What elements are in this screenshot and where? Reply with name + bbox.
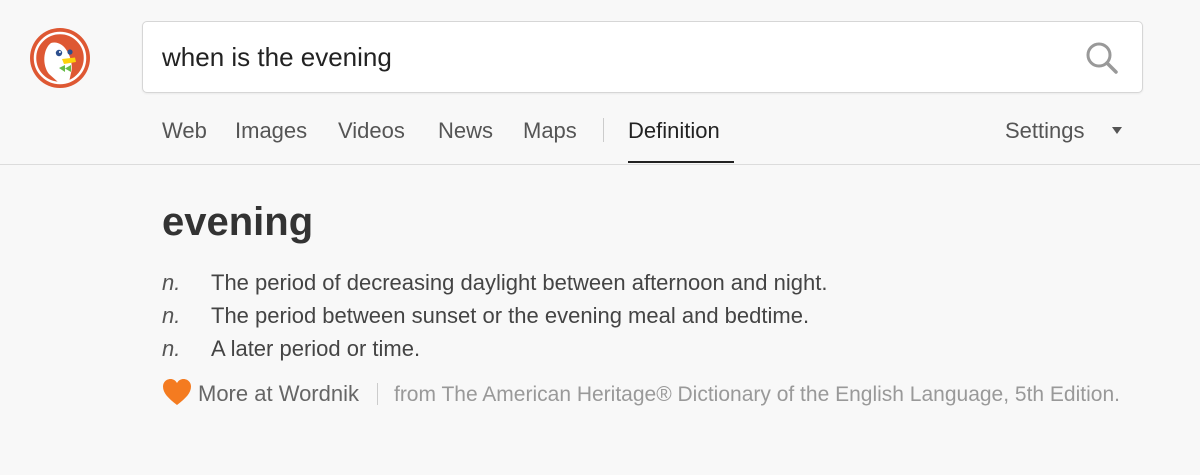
definition-panel: evening n. The period of decreasing dayl… [162,198,1142,406]
part-of-speech: n. [162,303,181,328]
definition-entry: n. The period of decreasing daylight bet… [162,266,1142,299]
part-of-speech: n. [162,336,181,361]
caret-down-icon[interactable] [1112,127,1122,134]
more-at-wordnik-link[interactable]: More at Wordnik [198,381,359,406]
active-tab-underline [628,161,734,163]
tab-web[interactable]: Web [162,118,207,144]
tab-definition[interactable]: Definition [628,118,720,144]
tab-news[interactable]: News [438,118,493,144]
duckduckgo-logo[interactable] [29,27,91,89]
definition-text: The period of decreasing daylight betwee… [211,270,828,295]
part-of-speech: n. [162,270,181,295]
definition-source: More at Wordnik from The American Heritag… [162,378,1142,411]
search-input[interactable] [162,22,1062,92]
definition-text: The period between sunset or the evening… [211,303,810,328]
source-divider [376,383,378,405]
definition-word: evening [162,200,314,244]
definition-entry: n. The period between sunset or the even… [162,299,1142,332]
tab-images[interactable]: Images [235,118,307,144]
search-button[interactable] [1084,40,1120,76]
definition-list: n. The period of decreasing daylight bet… [162,266,1142,365]
tab-maps[interactable]: Maps [523,118,577,144]
search-icon [1086,42,1118,74]
source-text: from The American Heritage® Dictionary o… [393,383,1120,406]
header: Web Images Videos News Maps Definition S… [0,0,1200,165]
search-box [142,21,1143,93]
duckduckgo-logo-icon [30,28,90,88]
nav-divider [603,118,604,142]
definition-entry: n. A later period or time. [162,332,1142,365]
heart-icon [163,379,191,405]
settings-dropdown[interactable]: Settings [1005,118,1085,144]
tab-videos[interactable]: Videos [338,118,405,144]
definition-text: A later period or time. [211,336,421,361]
